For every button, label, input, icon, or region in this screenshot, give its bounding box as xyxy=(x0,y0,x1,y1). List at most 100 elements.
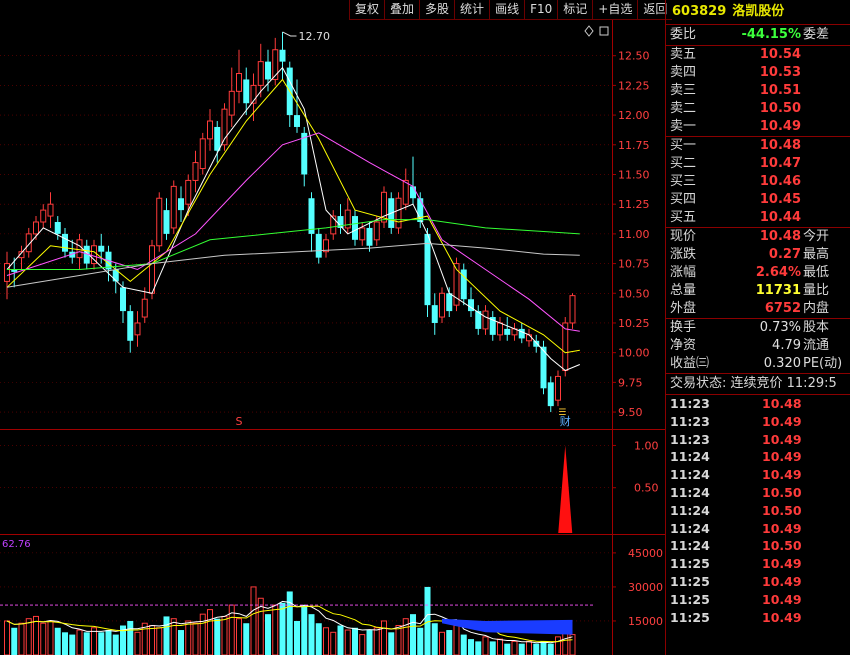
volume-bar xyxy=(214,618,221,655)
stat-label-2: PE(动) xyxy=(803,356,843,371)
candle-body xyxy=(33,221,39,235)
volume-bar xyxy=(460,634,467,655)
price-tick-label: 10.75 xyxy=(618,258,650,271)
candle-body xyxy=(547,382,554,407)
volume-bar xyxy=(250,586,257,655)
tick-row: 11:24 10.50 xyxy=(666,484,850,502)
quote-label-2: 量比 xyxy=(803,283,830,298)
candle-body xyxy=(279,49,286,62)
volume-tick-label: 30000 xyxy=(628,581,663,594)
volume-bar xyxy=(431,623,438,655)
candle-body xyxy=(446,293,453,312)
tick-time: 11:24 xyxy=(670,502,710,518)
candle-body xyxy=(504,328,511,335)
candle-body xyxy=(98,245,105,252)
quote-row: 总量 11731 量比 xyxy=(666,282,850,300)
price-tick-label: 12.50 xyxy=(618,50,650,63)
quote-label-2: 最高 xyxy=(803,247,830,262)
candle-body xyxy=(178,198,184,211)
tick-price: 10.50 xyxy=(762,538,802,554)
volume-bar xyxy=(294,620,300,655)
stat-value: 0.320 xyxy=(763,356,801,371)
ask-label: 卖一 xyxy=(670,119,697,134)
volume-bar xyxy=(533,643,540,655)
ask-row: 卖五 10.54 xyxy=(666,46,850,64)
volume-bar xyxy=(308,614,315,655)
stats-list: 换手 0.73% 股本 净资 4.79 流通 收益㈢ 0.320 PE(动) xyxy=(666,319,850,373)
candle-body xyxy=(359,227,366,241)
candle-body xyxy=(62,233,68,252)
price-tick-label: 11.25 xyxy=(618,198,650,211)
price-tick-label: 11.50 xyxy=(618,168,650,181)
candle-body xyxy=(562,322,569,371)
quote-row: 现价 10.48 今开 xyxy=(666,228,850,246)
stat-label: 净资 xyxy=(670,338,697,353)
ask-row: 卖二 10.50 xyxy=(666,100,850,118)
tick-row: 11:24 10.50 xyxy=(666,537,850,555)
tick-row: 11:23 10.49 xyxy=(666,431,850,449)
tick-time: 11:25 xyxy=(670,556,710,572)
quote-value: 10.48 xyxy=(759,229,801,244)
volume-bar xyxy=(98,632,105,655)
candle-body xyxy=(497,322,503,336)
ask-label: 卖二 xyxy=(670,101,697,116)
tick-price: 10.49 xyxy=(762,591,802,607)
candle-body xyxy=(265,61,271,80)
ask-price: 10.51 xyxy=(759,83,801,98)
tick-list[interactable]: 11:23 10.48 11:23 10.49 11:23 10.49 11:24 10.49… xyxy=(666,395,850,626)
quote-label-2: 内盘 xyxy=(803,301,830,316)
candle-body xyxy=(170,185,177,229)
candle-body xyxy=(141,298,148,318)
tick-price: 10.48 xyxy=(762,396,802,411)
volume-bar xyxy=(221,615,228,655)
stat-row: 净资 4.79 流通 xyxy=(666,337,850,355)
quote-label: 外盘 xyxy=(670,301,697,316)
volume-bar xyxy=(555,636,561,655)
bid-price: 10.47 xyxy=(759,156,801,171)
tick-time: 11:24 xyxy=(670,449,710,465)
kline-chart[interactable]: 12.50 12.25 12.00 11.75 11.50 11.25 11.00 10.75… xyxy=(0,0,665,655)
ma20-line xyxy=(6,132,580,332)
quote-value: 11731 xyxy=(755,283,801,298)
candle-body xyxy=(533,340,540,347)
volume-bar xyxy=(475,641,482,655)
volume-bar xyxy=(344,629,351,655)
tick-row: 11:25 10.49 xyxy=(666,573,850,591)
volume-bar xyxy=(178,630,184,655)
candle-body xyxy=(410,186,416,199)
stock-header: 603829 洛凯股份 xyxy=(666,0,850,25)
stat-row: 换手 0.73% 股本 xyxy=(666,319,850,337)
tick-row: 11:24 10.49 xyxy=(666,448,850,466)
stock-name: 洛凯股份 xyxy=(732,4,785,19)
tick-time: 11:25 xyxy=(670,609,710,625)
order-ratio-label: 委比 xyxy=(670,27,697,42)
quote-label: 现价 xyxy=(670,229,697,244)
volume-bar xyxy=(25,618,32,655)
tick-price: 10.50 xyxy=(762,502,802,518)
candle-body xyxy=(352,216,358,240)
volume-tick-label: 45000 xyxy=(628,547,663,560)
candle-body xyxy=(257,61,264,86)
candle-body xyxy=(185,179,192,205)
bid-label: 买三 xyxy=(670,174,697,189)
tick-time: 11:25 xyxy=(670,591,710,607)
quote-label-2: 今开 xyxy=(803,229,830,244)
candle-body xyxy=(120,287,126,312)
candle-body xyxy=(424,233,431,306)
volume-bar xyxy=(69,634,76,655)
candle-body xyxy=(555,375,561,401)
candle-body xyxy=(214,126,221,151)
candle-body xyxy=(54,222,61,234)
volume-bar xyxy=(4,620,10,655)
candle-body xyxy=(373,221,380,241)
stat-value: 4.79 xyxy=(772,338,801,353)
volume-bar xyxy=(352,627,358,655)
volume-bar xyxy=(540,641,547,655)
stat-value: 0.73% xyxy=(759,320,801,335)
bid-price: 10.46 xyxy=(759,174,801,189)
volume-bar xyxy=(395,625,402,655)
ask-row: 卖四 10.53 xyxy=(666,64,850,82)
candle-body xyxy=(308,198,315,234)
candle-body xyxy=(156,197,163,247)
volume-bar xyxy=(453,625,460,655)
